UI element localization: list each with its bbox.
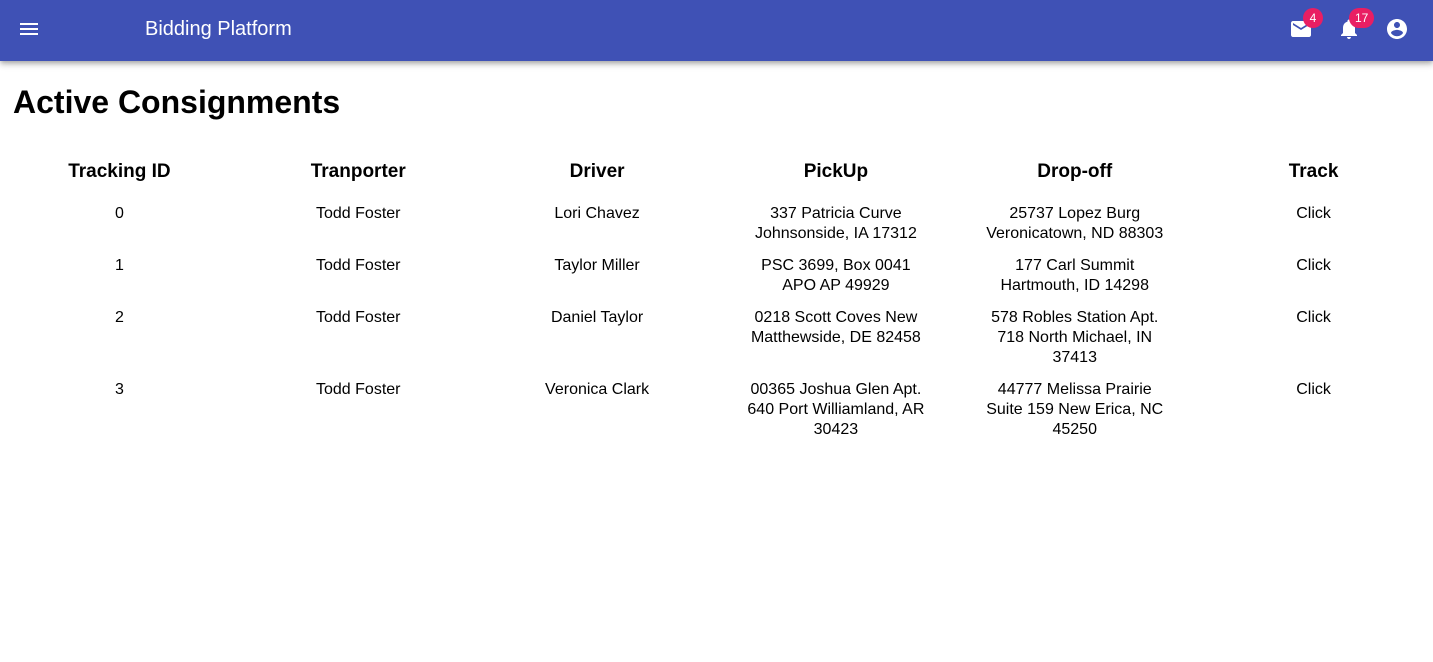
transporter-cell: Todd Foster: [316, 257, 401, 274]
track-link[interactable]: Click: [1194, 194, 1433, 246]
driver-cell: Lori Chavez: [554, 205, 640, 222]
menu-icon: [20, 23, 38, 35]
table-row: 0 Todd Foster Lori Chavez 337 Patricia C…: [0, 194, 1433, 246]
pickup-cell: 0218 Scott Coves New Matthewside, DE 824…: [750, 309, 921, 346]
column-header-pickup: PickUp: [803, 161, 869, 182]
notifications-badge: 17: [1349, 8, 1375, 28]
column-header-dropoff: Drop-off: [1037, 161, 1113, 182]
account-circle-icon: [1387, 19, 1407, 39]
dropoff-cell: 177 Carl Summit Hartmouth, ID 14298: [1000, 257, 1149, 294]
menu-button[interactable]: [7, 7, 51, 51]
column-header-tracking-id: Tracking ID: [68, 161, 171, 182]
driver-cell: Veronica Clark: [545, 381, 650, 398]
track-link[interactable]: Click: [1194, 370, 1433, 442]
account-button[interactable]: [1375, 7, 1419, 51]
column-header-driver: Driver: [569, 161, 625, 182]
pickup-cell: PSC 3699, Box 0041 APO AP 49929: [761, 257, 911, 294]
table-row: 3 Todd Foster Veronica Clark 00365 Joshu…: [0, 370, 1433, 442]
app-bar: Bidding Platform 4 17: [0, 0, 1433, 61]
dropoff-cell: 44777 Melissa Prairie Suite 159 New Eric…: [986, 381, 1164, 438]
tracking-id-cell: 3: [114, 381, 124, 398]
page-title: Active Consignments: [13, 84, 341, 120]
transporter-cell: Todd Foster: [316, 381, 401, 398]
tracking-id-cell: 0: [114, 205, 124, 222]
pickup-cell: 00365 Joshua Glen Apt. 640 Port Williaml…: [747, 381, 925, 438]
tracking-id-cell: 2: [114, 309, 124, 326]
table-row: 2 Todd Foster Daniel Taylor 0218 Scott C…: [0, 298, 1433, 370]
column-header-track: Track: [1288, 161, 1339, 182]
transporter-cell: Todd Foster: [316, 309, 401, 326]
tracking-id-cell: 1: [114, 257, 124, 274]
track-link[interactable]: Click: [1194, 246, 1433, 298]
transporter-cell: Todd Foster: [316, 205, 401, 222]
pickup-cell: 337 Patricia Curve Johnsonside, IA 17312: [754, 205, 917, 242]
column-header-transporter: Tranporter: [310, 161, 406, 182]
mail-badge: 4: [1303, 8, 1323, 28]
app-title: Bidding Platform: [145, 18, 292, 40]
mail-button[interactable]: 4: [1279, 7, 1323, 51]
dropoff-cell: 25737 Lopez Burg Veronicatown, ND 88303: [986, 205, 1164, 242]
dropoff-cell: 578 Robles Station Apt. 718 North Michae…: [991, 309, 1159, 366]
driver-cell: Taylor Miller: [554, 257, 640, 274]
notifications-button[interactable]: 17: [1327, 7, 1375, 51]
consignments-table: Tracking ID Tranporter Driver PickUp Dro…: [0, 150, 1433, 442]
table-header-row: Tracking ID Tranporter Driver PickUp Dro…: [0, 150, 1433, 194]
table-row: 1 Todd Foster Taylor Miller PSC 3699, Bo…: [0, 246, 1433, 298]
track-link[interactable]: Click: [1194, 298, 1433, 370]
driver-cell: Daniel Taylor: [550, 309, 644, 326]
